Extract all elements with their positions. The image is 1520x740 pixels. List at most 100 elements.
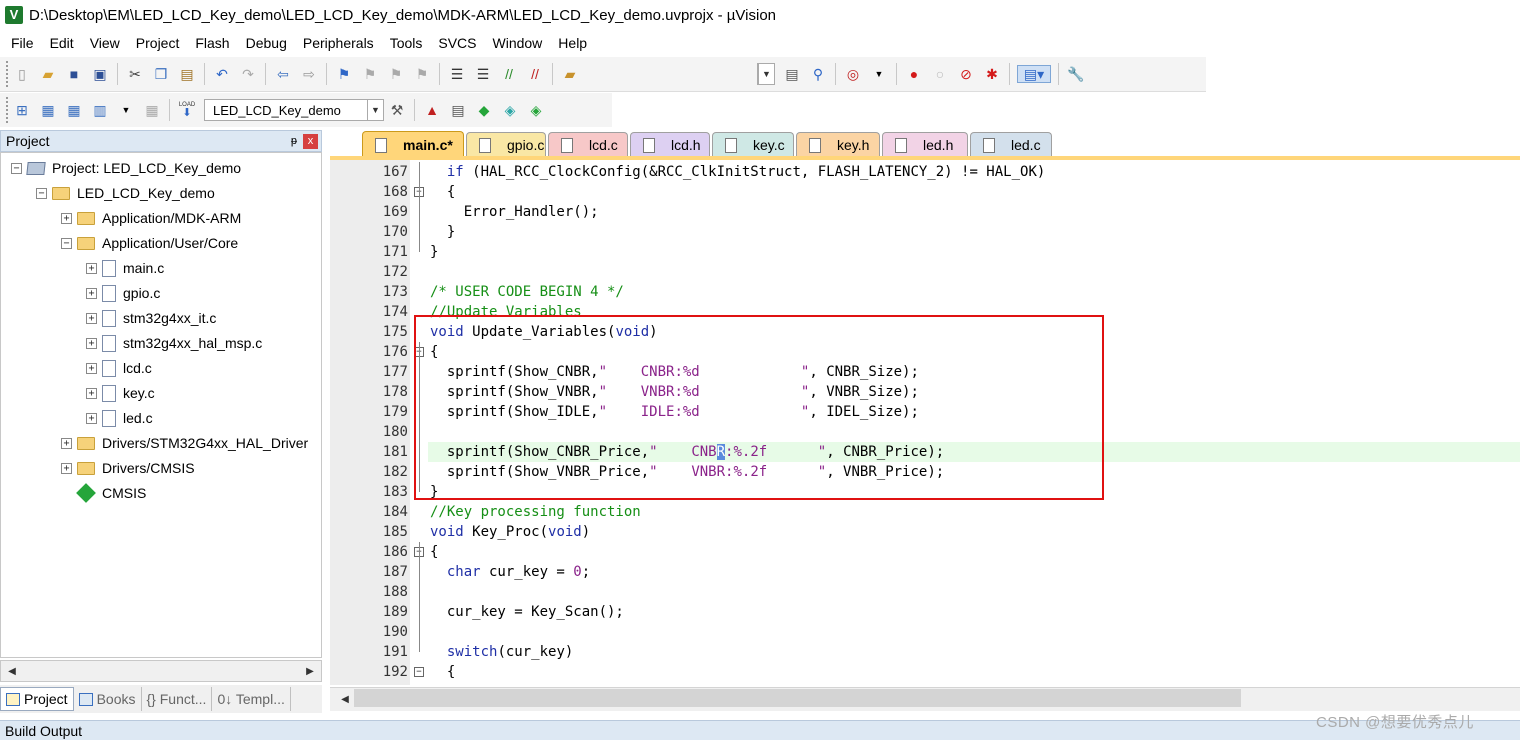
menu-help[interactable]: Help (550, 31, 595, 56)
menu-peripherals[interactable]: Peripherals (295, 31, 382, 56)
save-icon[interactable]: ■ (64, 65, 84, 83)
find-in-files-icon[interactable]: ▰ (560, 65, 580, 83)
tab-templates[interactable]: 0↓ Templ... (212, 687, 291, 711)
scroll-left-icon[interactable]: ◀ (3, 662, 21, 680)
tab-functions[interactable]: {} Funct... (142, 687, 213, 711)
tree-item[interactable]: − Project: LED_LCD_Key_demo (11, 157, 241, 179)
code-line[interactable] (428, 582, 1520, 602)
menu-window[interactable]: Window (485, 31, 551, 56)
menu-tools[interactable]: Tools (382, 31, 431, 56)
tree-item[interactable]: + Drivers/CMSIS (61, 457, 195, 479)
paste-icon[interactable]: ▤ (177, 65, 197, 83)
tree-item[interactable]: + Application/MDK-ARM (61, 207, 241, 229)
collapse-icon[interactable]: − (61, 237, 72, 249)
toolbar-grip[interactable] (6, 97, 9, 123)
tree-item[interactable]: − Application/User/Core (61, 232, 238, 254)
navigate-back-icon[interactable]: ⇦ (273, 65, 293, 83)
bookmark-icon[interactable]: ⚑ (334, 65, 354, 83)
tree-item[interactable]: + led.c (86, 407, 153, 429)
debug-dropdown-icon[interactable]: ▼ (869, 65, 889, 83)
menu-project[interactable]: Project (128, 31, 188, 56)
cut-icon[interactable]: ✂ (125, 65, 145, 83)
build-icon[interactable]: ▦ (38, 101, 58, 119)
copy-icon[interactable]: ❐ (151, 65, 171, 83)
tab-books[interactable]: Books (74, 687, 142, 711)
toolbar-grip[interactable] (6, 61, 9, 87)
tab-main-c[interactable]: main.c* (362, 131, 464, 158)
disable-breakpoints-icon[interactable]: ⊘ (956, 65, 976, 83)
expand-icon[interactable]: + (86, 337, 97, 349)
insert-breakpoint-icon[interactable]: ● (904, 65, 924, 83)
menu-svcs[interactable]: SVCS (430, 31, 484, 56)
manage-rte-icon[interactable]: ◆ (474, 101, 494, 119)
tab-lcd-c[interactable]: lcd.c (548, 132, 628, 157)
code-line[interactable]: } (428, 242, 1520, 262)
save-all-icon[interactable]: ▣ (90, 65, 110, 83)
options-for-target-icon[interactable]: ⚒ (387, 101, 407, 119)
expand-icon[interactable]: + (61, 437, 72, 449)
manage-project-items-icon[interactable]: ▲ (422, 101, 442, 119)
prev-bookmark-icon[interactable]: ⚑ (360, 65, 380, 83)
next-bookmark-icon[interactable]: ⚑ (386, 65, 406, 83)
indent-icon[interactable]: ☰ (447, 65, 467, 83)
new-file-icon[interactable]: ▯ (12, 65, 32, 83)
clear-bookmarks-icon[interactable]: ⚑ (412, 65, 432, 83)
tree-item[interactable]: CMSIS (61, 482, 146, 504)
tab-project[interactable]: Project (0, 687, 74, 711)
tab-key-h[interactable]: key.h (796, 132, 880, 157)
tree-item[interactable]: + main.c (86, 257, 164, 279)
project-horizontal-scrollbar[interactable]: ◀ ▶ (0, 660, 322, 682)
configure-icon[interactable]: 🔧 (1066, 65, 1086, 83)
pin-icon[interactable]: ᵽ (291, 135, 297, 147)
chevron-down-icon[interactable]: ▼ (758, 64, 774, 84)
scroll-right-icon[interactable]: ▶ (301, 662, 319, 680)
code-line[interactable]: switch(cur_key) (428, 642, 1520, 662)
find-icon[interactable]: ⚲ (808, 65, 828, 83)
tab-led-h[interactable]: led.h (882, 132, 968, 157)
tree-item[interactable]: + stm32g4xx_it.c (86, 307, 216, 329)
expand-icon[interactable]: + (86, 387, 97, 399)
uncomment-icon[interactable]: // (525, 65, 545, 83)
scroll-left-icon[interactable]: ◀ (336, 690, 354, 708)
tree-item[interactable]: + lcd.c (86, 357, 152, 379)
menu-view[interactable]: View (82, 31, 128, 56)
tree-item[interactable]: + key.c (86, 382, 155, 404)
expand-icon[interactable]: + (61, 462, 72, 474)
debug-session-icon[interactable]: ◎ (843, 65, 863, 83)
editor-scroll-thumb[interactable] (354, 689, 1241, 707)
code-line[interactable]: //Key processing function (428, 502, 1520, 522)
fold-toggle-icon[interactable]: − (414, 667, 424, 677)
download-load-icon[interactable]: LOAD ⬇ (177, 101, 197, 119)
collapse-icon[interactable]: − (36, 187, 47, 199)
tree-item[interactable]: + Drivers/STM32G4xx_HAL_Driver (61, 432, 308, 454)
expand-icon[interactable]: + (86, 312, 97, 324)
code-line[interactable]: char cur_key = 0; (428, 562, 1520, 582)
incremental-find-icon[interactable]: ▤ (782, 65, 802, 83)
code-line[interactable]: void Key_Proc(void) (428, 522, 1520, 542)
expand-icon[interactable]: + (86, 262, 97, 274)
find-combo[interactable]: ▼ (757, 63, 775, 85)
tab-led-c[interactable]: led.c (970, 132, 1052, 157)
menu-flash[interactable]: Flash (187, 31, 237, 56)
expand-icon[interactable]: + (86, 412, 97, 424)
rebuild-icon[interactable]: ▦ (64, 101, 84, 119)
redo-icon[interactable]: ↷ (238, 65, 258, 83)
batch-build-icon[interactable]: ▥ (90, 101, 110, 119)
tab-key-c[interactable]: key.c (712, 132, 794, 157)
target-select[interactable]: LED_LCD_Key_demo ▼ (204, 99, 384, 121)
expand-icon[interactable]: + (61, 212, 72, 224)
tree-item[interactable]: + gpio.c (86, 282, 160, 304)
expand-icon[interactable]: + (86, 362, 97, 374)
code-line[interactable]: { (428, 182, 1520, 202)
stop-build-icon[interactable]: ▦ (142, 101, 162, 119)
batch-dropdown-icon[interactable]: ▼ (116, 101, 136, 119)
tree-item[interactable]: − LED_LCD_Key_demo (36, 182, 215, 204)
collapse-icon[interactable]: − (11, 162, 22, 174)
translate-icon[interactable]: ⊞ (12, 101, 32, 119)
chevron-down-icon[interactable]: ▼ (367, 100, 383, 120)
undo-icon[interactable]: ↶ (212, 65, 232, 83)
menu-file[interactable]: File (0, 31, 42, 56)
pack-installer-icon[interactable]: ◈ (500, 101, 520, 119)
tree-item[interactable]: + stm32g4xx_hal_msp.c (86, 332, 262, 354)
code-line[interactable]: Error_Handler(); (428, 202, 1520, 222)
